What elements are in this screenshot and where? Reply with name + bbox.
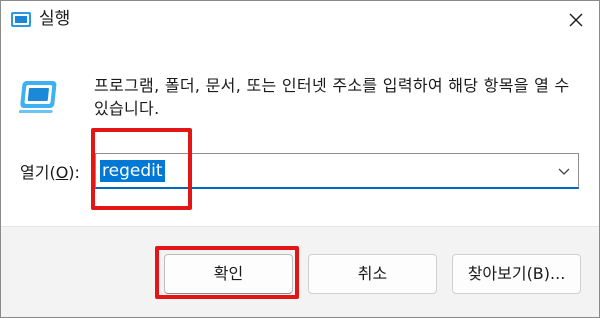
run-icon [11,12,31,27]
close-button[interactable] [553,1,599,39]
window-title: 실행 [39,9,71,29]
close-icon [569,13,583,27]
highlight-box-input [91,128,192,210]
open-label: 열기(O): [20,162,80,184]
open-label-prefix: 열기( [20,163,56,182]
browse-button[interactable]: 찾아보기(B)... [452,254,581,294]
run-dialog: 실행 프로그램, 폴더, 문서, 또는 인터넷 주소를 입력하여 해당 항목을 … [0,0,600,318]
button-bar: 확인 취소 찾아보기(B)... [1,226,599,317]
description-text: 프로그램, 폴더, 문서, 또는 인터넷 주소를 입력하여 해당 항목을 열 수… [94,76,570,118]
highlight-box-ok [155,246,299,299]
run-icon [19,81,57,113]
open-label-accesskey: O [55,163,69,182]
open-label-suffix: ): [68,163,80,182]
chevron-down-icon[interactable] [557,164,571,178]
cancel-button[interactable]: 취소 [308,254,437,294]
title-bar: 실행 [1,1,599,39]
